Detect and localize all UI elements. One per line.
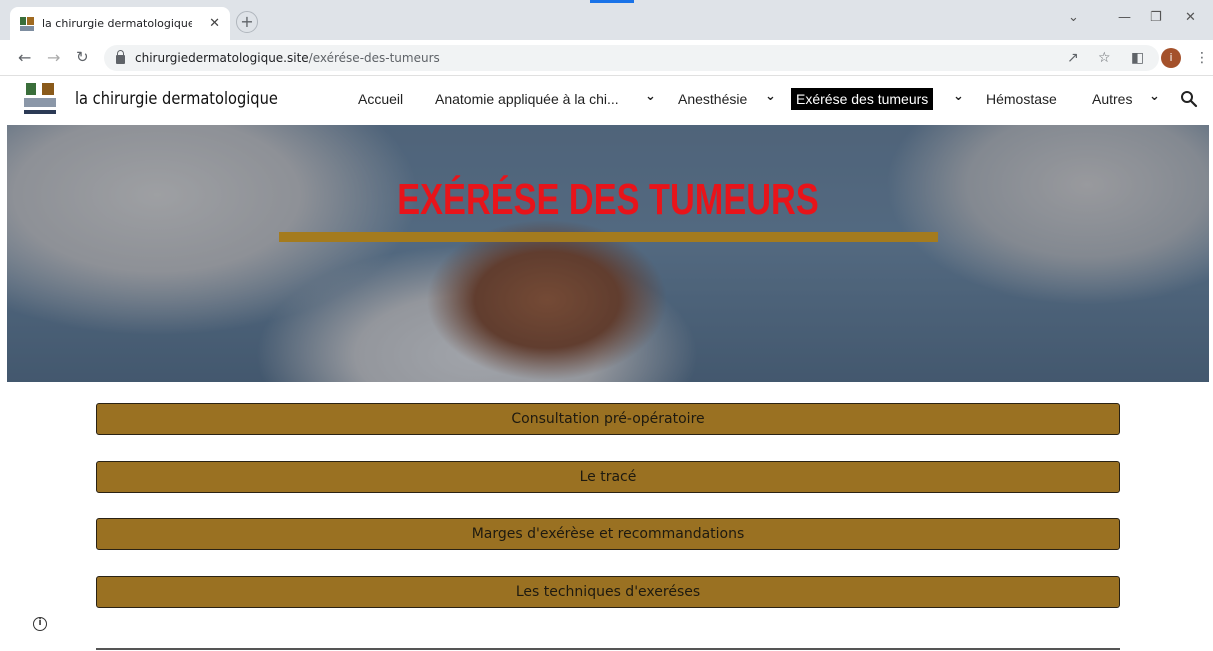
new-tab-button[interactable]: + [236, 11, 258, 33]
hero-underline [279, 232, 938, 242]
tab-title: la chirurgie dermatologique - Ex [42, 17, 192, 30]
nav-anatomie[interactable]: Anatomie appliquée à la chi... [435, 91, 619, 107]
marges-exerese-button[interactable]: Marges d'exérèse et recommandations [96, 518, 1120, 550]
chevron-down-icon[interactable]: ⌄ [1149, 89, 1160, 104]
info-icon[interactable]: i [33, 617, 47, 631]
more-menu-icon[interactable]: ⋮ [1195, 50, 1209, 66]
chevron-down-icon[interactable]: ⌄ [645, 89, 656, 104]
restore-icon[interactable]: ❐ [1150, 10, 1162, 25]
tab-search-icon[interactable]: ⌄ [1068, 10, 1079, 25]
browser-tab[interactable]: la chirurgie dermatologique - Ex ✕ [10, 7, 230, 40]
back-icon[interactable]: ← [18, 48, 31, 67]
chevron-down-icon[interactable]: ⌄ [953, 89, 964, 104]
share-icon[interactable]: ↗ [1067, 50, 1079, 66]
consultation-preoperatoire-button[interactable]: Consultation pré-opératoire [96, 403, 1120, 435]
site-logo[interactable] [22, 82, 60, 118]
url-path: /exérése-des-tumeurs [308, 51, 440, 65]
favicon-icon [20, 16, 34, 31]
site-header: la chirurgie dermatologique Accueil Anat… [0, 77, 1213, 125]
hero-title: EXÉRÉSE DES TUMEURS [397, 175, 819, 224]
browser-toolbar: ← → ↻ chirurgiedermatologique.site/exéré… [0, 40, 1213, 76]
bookmark-star-icon[interactable]: ☆ [1098, 50, 1111, 66]
next-button-edge [96, 648, 1120, 650]
hero-banner: EXÉRÉSE DES TUMEURS [7, 125, 1209, 382]
hero-overlay [7, 125, 1209, 382]
reload-icon[interactable]: ↻ [76, 48, 89, 66]
close-tab-icon[interactable]: ✕ [209, 16, 220, 31]
minimize-icon[interactable]: — [1118, 10, 1131, 25]
close-window-icon[interactable]: ✕ [1185, 10, 1196, 25]
nav-autres[interactable]: Autres [1092, 91, 1132, 107]
search-icon[interactable] [1180, 90, 1198, 108]
techniques-exereses-button[interactable]: Les techniques d'exeréses [96, 576, 1120, 608]
forward-icon[interactable]: → [47, 48, 60, 67]
side-panel-icon[interactable]: ◧ [1131, 50, 1144, 66]
tab-accent-line [590, 0, 634, 3]
site-title[interactable]: la chirurgie dermatologique [75, 89, 278, 109]
chevron-down-icon[interactable]: ⌄ [765, 89, 776, 104]
nav-anesthesie[interactable]: Anesthésie [678, 91, 747, 107]
nav-exerese-des-tumeurs[interactable]: Exérése des tumeurs [791, 88, 934, 110]
le-trace-button[interactable]: Le tracé [96, 461, 1120, 493]
browser-tab-strip: la chirurgie dermatologique - Ex ✕ + ⌄ —… [0, 0, 1213, 40]
nav-accueil[interactable]: Accueil [358, 91, 403, 107]
url-host: chirurgiedermatologique.site [135, 51, 309, 65]
lock-icon[interactable] [116, 50, 125, 64]
profile-avatar[interactable]: i [1161, 48, 1181, 68]
nav-hemostase[interactable]: Hémostase [986, 91, 1057, 107]
address-bar[interactable]: chirurgiedermatologique.site/exérése-des… [104, 45, 1159, 71]
